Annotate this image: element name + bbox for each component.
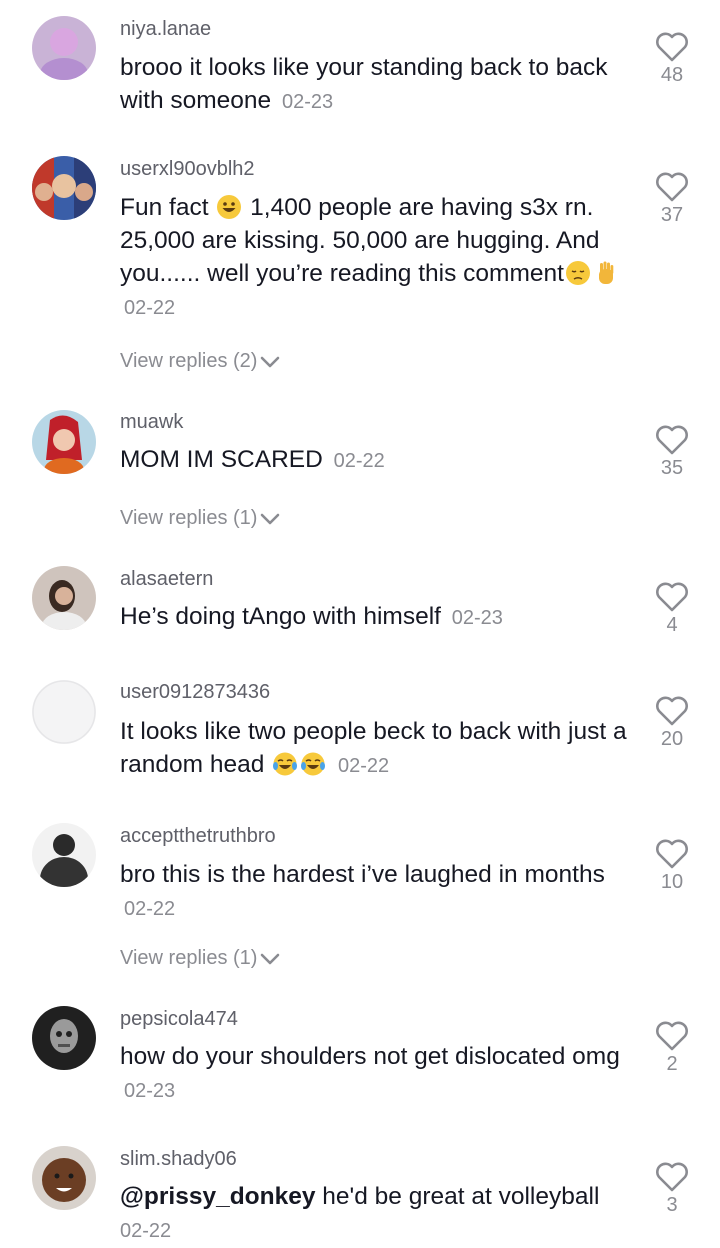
comment-username[interactable]: acceptthetruthbro [120,825,276,848]
like-button[interactable]: 10 [648,839,696,894]
chevron-down-icon [261,953,280,965]
view-replies-button[interactable]: View replies (1) [120,507,281,530]
avatar[interactable] [32,16,96,80]
comment-username[interactable]: pepsicola474 [120,1008,238,1031]
avatar[interactable] [32,823,96,887]
comment-date: 02-22 [120,1220,172,1242]
comment-username[interactable]: alasaetern [120,568,213,591]
comment-text: It looks like two people beck to back wi… [120,718,627,778]
avatar[interactable] [32,156,96,220]
comment-text: He’s doing tAngo with himself 02-23 [120,603,503,630]
heart-icon [656,32,688,62]
comment-username[interactable]: slim.shady06 [120,1148,237,1171]
raised-hand-emoji [598,261,614,284]
like-button[interactable]: 20 [648,696,696,751]
comment-text: @prissy_donkey he'd be great at volleyba… [120,1183,600,1242]
heart-icon [656,1021,688,1051]
like-count: 35 [660,457,684,479]
view-replies-button[interactable]: View replies (1) [120,947,281,970]
like-button[interactable]: 2 [648,1021,696,1076]
heart-icon [656,172,688,202]
chevron-down-icon [261,356,280,368]
comment-text: brooo it looks like your standing back t… [120,54,608,114]
like-count: 4 [666,614,678,636]
comment-date: 02-23 [124,1080,176,1102]
like-count: 48 [660,64,684,86]
like-count: 10 [660,871,684,893]
tears-of-joy-emoji [273,752,298,776]
comment-text: MOM IM SCARED 02-22 [120,446,385,473]
like-button[interactable]: 4 [648,582,696,637]
avatar[interactable] [32,566,96,630]
chevron-down-icon [261,513,280,525]
comment-username[interactable]: userxl90ovblh2 [120,158,255,181]
heart-icon [656,425,688,455]
pensive-face-emoji [565,261,590,285]
comment-text: Fun fact 1,400 people are having s3x rn.… [120,191,630,325]
comment-text: bro this is the hardest i’ve laughed in … [120,861,605,920]
like-button[interactable]: 48 [648,32,696,87]
mention-link[interactable]: @prissy_donkey [120,1183,315,1210]
avatar[interactable] [32,680,96,744]
heart-icon [656,1162,688,1192]
like-count: 20 [660,728,684,750]
heart-icon [656,839,688,869]
comment-date: 02-23 [451,607,503,629]
tears-of-joy-emoji [301,752,326,776]
like-count: 3 [666,1194,678,1216]
comment-date: 02-22 [333,450,385,472]
comment-date: 02-22 [338,755,390,777]
like-button[interactable]: 35 [648,425,696,480]
comment-username[interactable]: muawk [120,411,183,434]
heart-icon [656,582,688,612]
like-button[interactable]: 37 [648,172,696,227]
avatar[interactable] [32,410,96,474]
view-replies-button[interactable]: View replies (2) [120,350,281,373]
grinning-face-emoji [217,195,242,219]
heart-icon [656,696,688,726]
like-count: 37 [660,204,684,226]
avatar[interactable] [32,1006,96,1070]
comment-text: how do your shoulders not get dislocated… [120,1043,620,1102]
avatar[interactable] [32,1146,96,1210]
comment-username[interactable]: user0912873436 [120,681,270,704]
comment-date: 02-22 [124,297,176,319]
comment-date: 02-22 [124,898,176,920]
comment-username[interactable]: niya.lanae [120,18,211,41]
like-button[interactable]: 3 [648,1162,696,1217]
like-count: 2 [666,1053,678,1075]
comment-date: 02-23 [281,91,334,113]
